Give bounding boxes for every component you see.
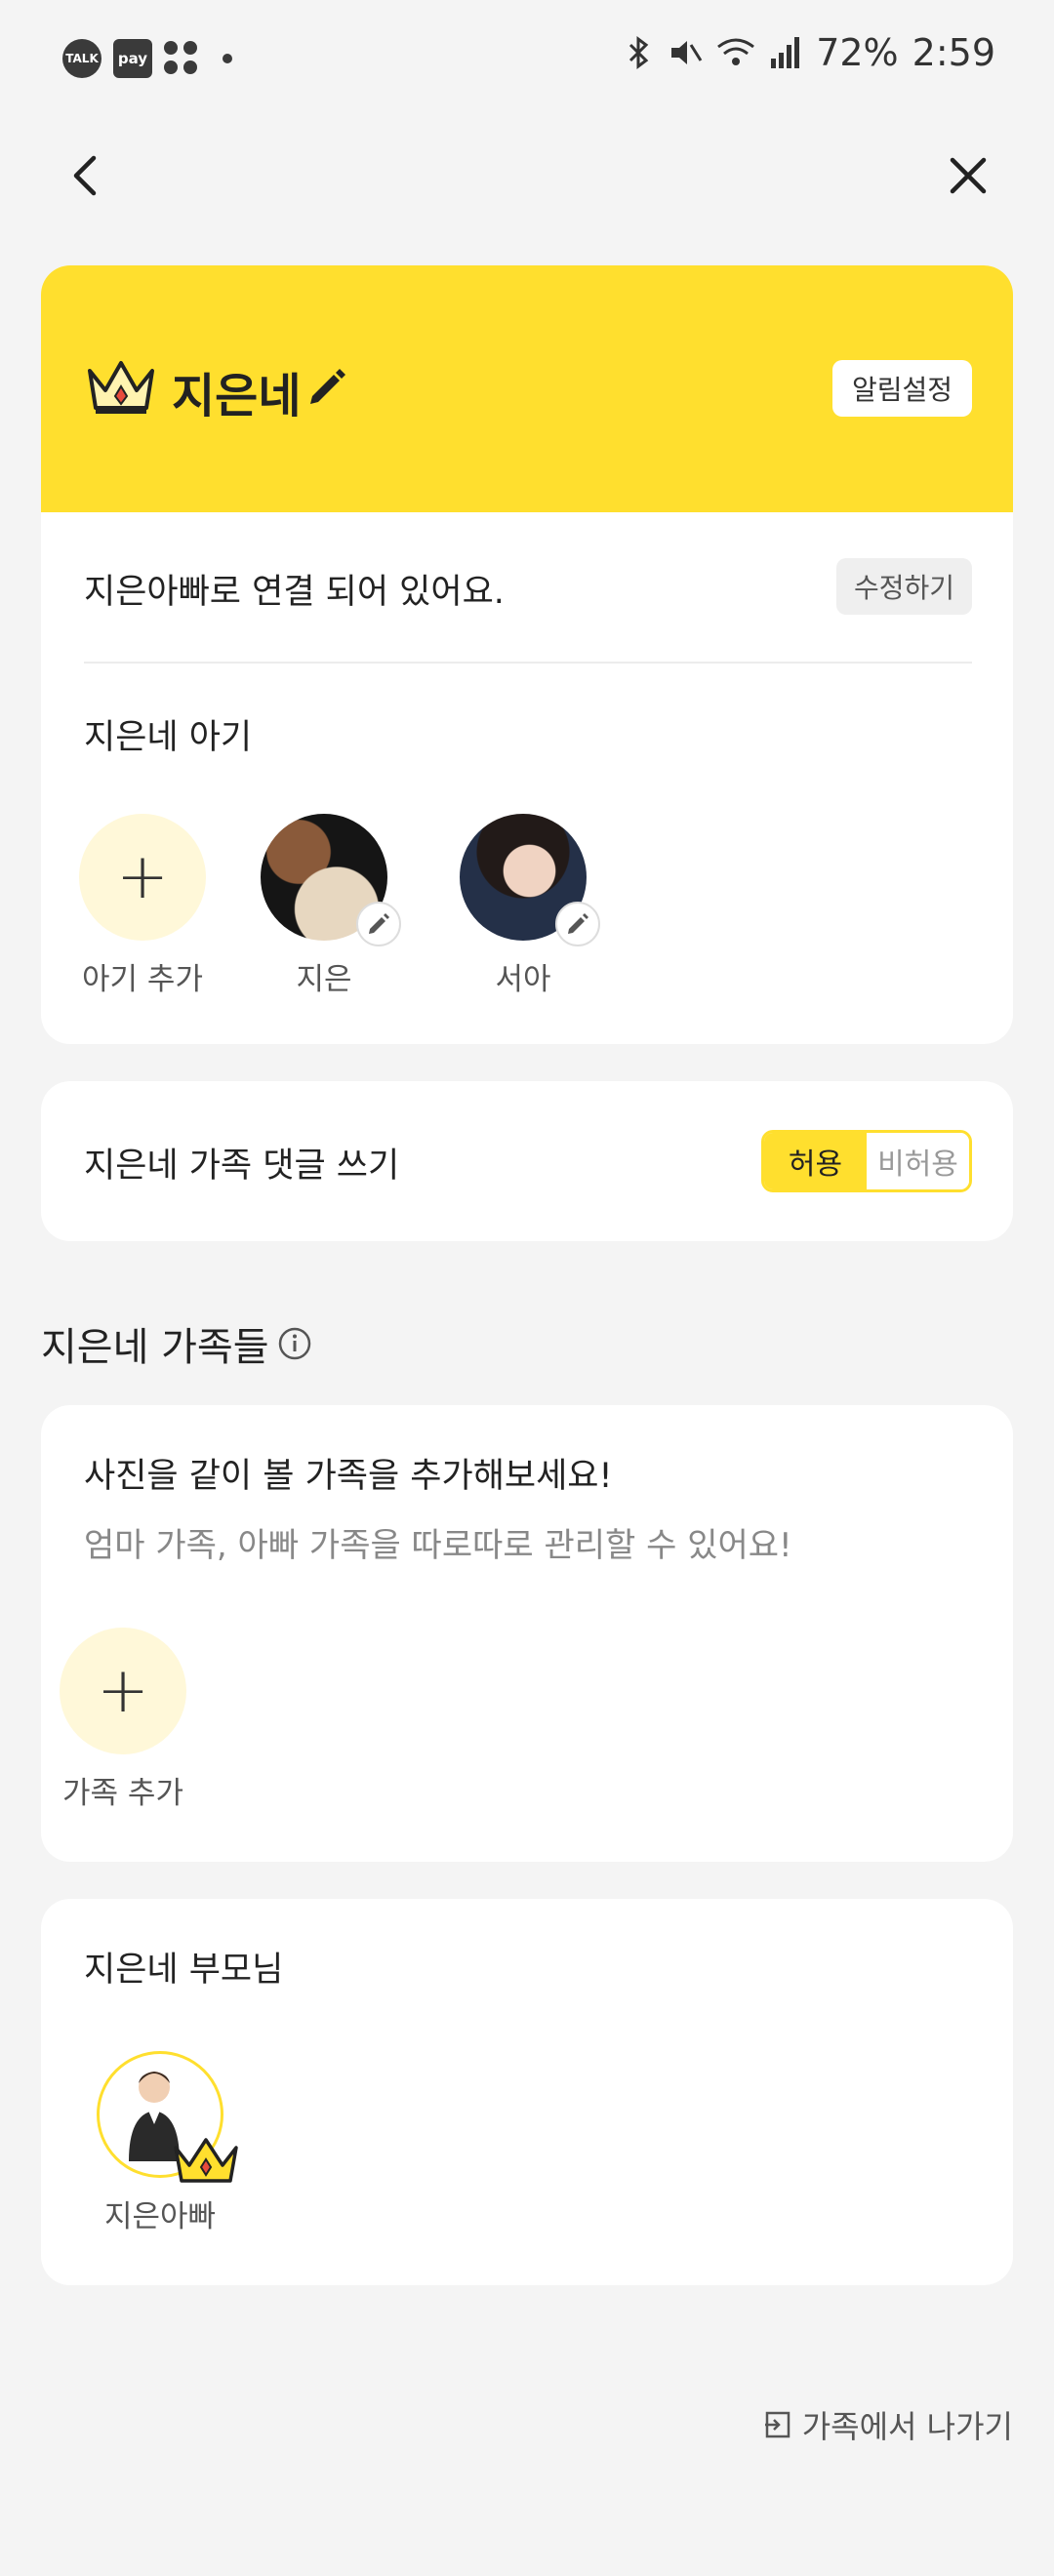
comment-toggle: 허용 비허용	[761, 1130, 972, 1192]
close-button[interactable]	[939, 146, 997, 205]
info-icon[interactable]	[277, 1326, 312, 1361]
parent-item[interactable]: 지은아빠	[82, 2051, 238, 2235]
close-icon	[950, 157, 987, 194]
link-status-text: 지은아빠로 연결 되어 있어요.	[84, 573, 505, 612]
leave-family-label: 가족에서 나가기	[801, 2408, 1013, 2445]
parent-name: 지은아빠	[103, 2199, 217, 2234]
status-bar: TALK pay 72% 2:59	[0, 0, 1054, 117]
pencil-icon	[568, 913, 588, 934]
baby-avatar	[460, 814, 600, 946]
add-family-prompt-sub: 엄마 가족, 아빠 가족을 따로따로 관리할 수 있어요!	[84, 1526, 792, 1565]
plus-icon: +	[116, 841, 169, 913]
notification-dot-icon	[223, 54, 232, 63]
pencil-icon[interactable]	[304, 365, 349, 410]
add-baby-label: 아기 추가	[82, 962, 203, 997]
notification-settings-button[interactable]: 알림설정	[831, 360, 972, 417]
plus-icon: +	[97, 1655, 149, 1727]
wifi-icon	[717, 38, 755, 65]
add-family-circle: +	[60, 1628, 186, 1754]
add-baby-circle: +	[79, 814, 206, 941]
pencil-icon	[369, 913, 389, 934]
apps-grid-icon	[164, 41, 199, 76]
pay-app-icon: pay	[113, 39, 152, 78]
add-family-button[interactable]: + 가족 추가	[45, 1628, 201, 1812]
bluetooth-icon	[629, 36, 649, 69]
babies-title: 지은네 아기	[84, 718, 253, 757]
add-family-prompt-title: 사진을 같이 볼 가족을 추가해보세요!	[84, 1457, 613, 1496]
status-bar-right: 72% 2:59	[625, 31, 995, 74]
chevron-left-icon	[73, 155, 97, 196]
divider	[84, 662, 972, 664]
edit-baby-button[interactable]	[555, 902, 600, 946]
family-card: 지은네 알림설정 지은아빠로 연결 되어 있어요. 수정하기 지은네 아기 + …	[41, 265, 1013, 1044]
families-card: 사진을 같이 볼 가족을 추가해보세요! 엄마 가족, 아빠 가족을 따로따로 …	[41, 1405, 1013, 1862]
edit-link-button[interactable]: 수정하기	[835, 558, 972, 615]
crown-icon	[88, 361, 154, 414]
family-header: 지은네 알림설정	[41, 265, 1013, 512]
parents-title: 지은네 부모님	[84, 1951, 284, 1990]
battery-level: 72%	[816, 31, 899, 74]
baby-avatar	[261, 814, 401, 946]
status-bar-left: TALK pay	[62, 39, 232, 78]
exit-icon	[764, 2411, 790, 2438]
mute-icon	[671, 41, 703, 64]
leave-family-button[interactable]: 가족에서 나가기	[763, 2402, 1013, 2447]
parent-avatar	[97, 2051, 238, 2183]
families-heading-text: 지은네 가족들	[41, 1325, 269, 1370]
comment-setting-title: 지은네 가족 댓글 쓰기	[84, 1147, 400, 1186]
baby-name: 서아	[495, 962, 551, 997]
baby-name: 지은	[296, 962, 352, 997]
baby-item-seoa[interactable]: 서아	[445, 814, 601, 998]
talk-app-icon: TALK	[62, 39, 101, 78]
comment-setting-card: 지은네 가족 댓글 쓰기 허용 비허용	[41, 1081, 1013, 1241]
clock-time: 2:59	[912, 31, 995, 74]
families-heading: 지은네 가족들	[41, 1315, 312, 1372]
baby-item-jieun[interactable]: 지은	[246, 814, 402, 998]
parents-card: 지은네 부모님 지은아빠	[41, 1899, 1013, 2285]
edit-baby-button[interactable]	[356, 902, 401, 946]
signal-icon	[771, 37, 800, 68]
add-baby-button[interactable]: + 아기 추가	[64, 814, 221, 998]
family-name: 지은네	[172, 369, 302, 423]
back-button[interactable]	[59, 146, 117, 205]
disallow-option[interactable]: 비허용	[867, 1133, 969, 1189]
allow-option[interactable]: 허용	[764, 1133, 867, 1189]
add-family-label: 가족 추가	[62, 1776, 183, 1811]
crown-icon	[174, 2138, 238, 2183]
